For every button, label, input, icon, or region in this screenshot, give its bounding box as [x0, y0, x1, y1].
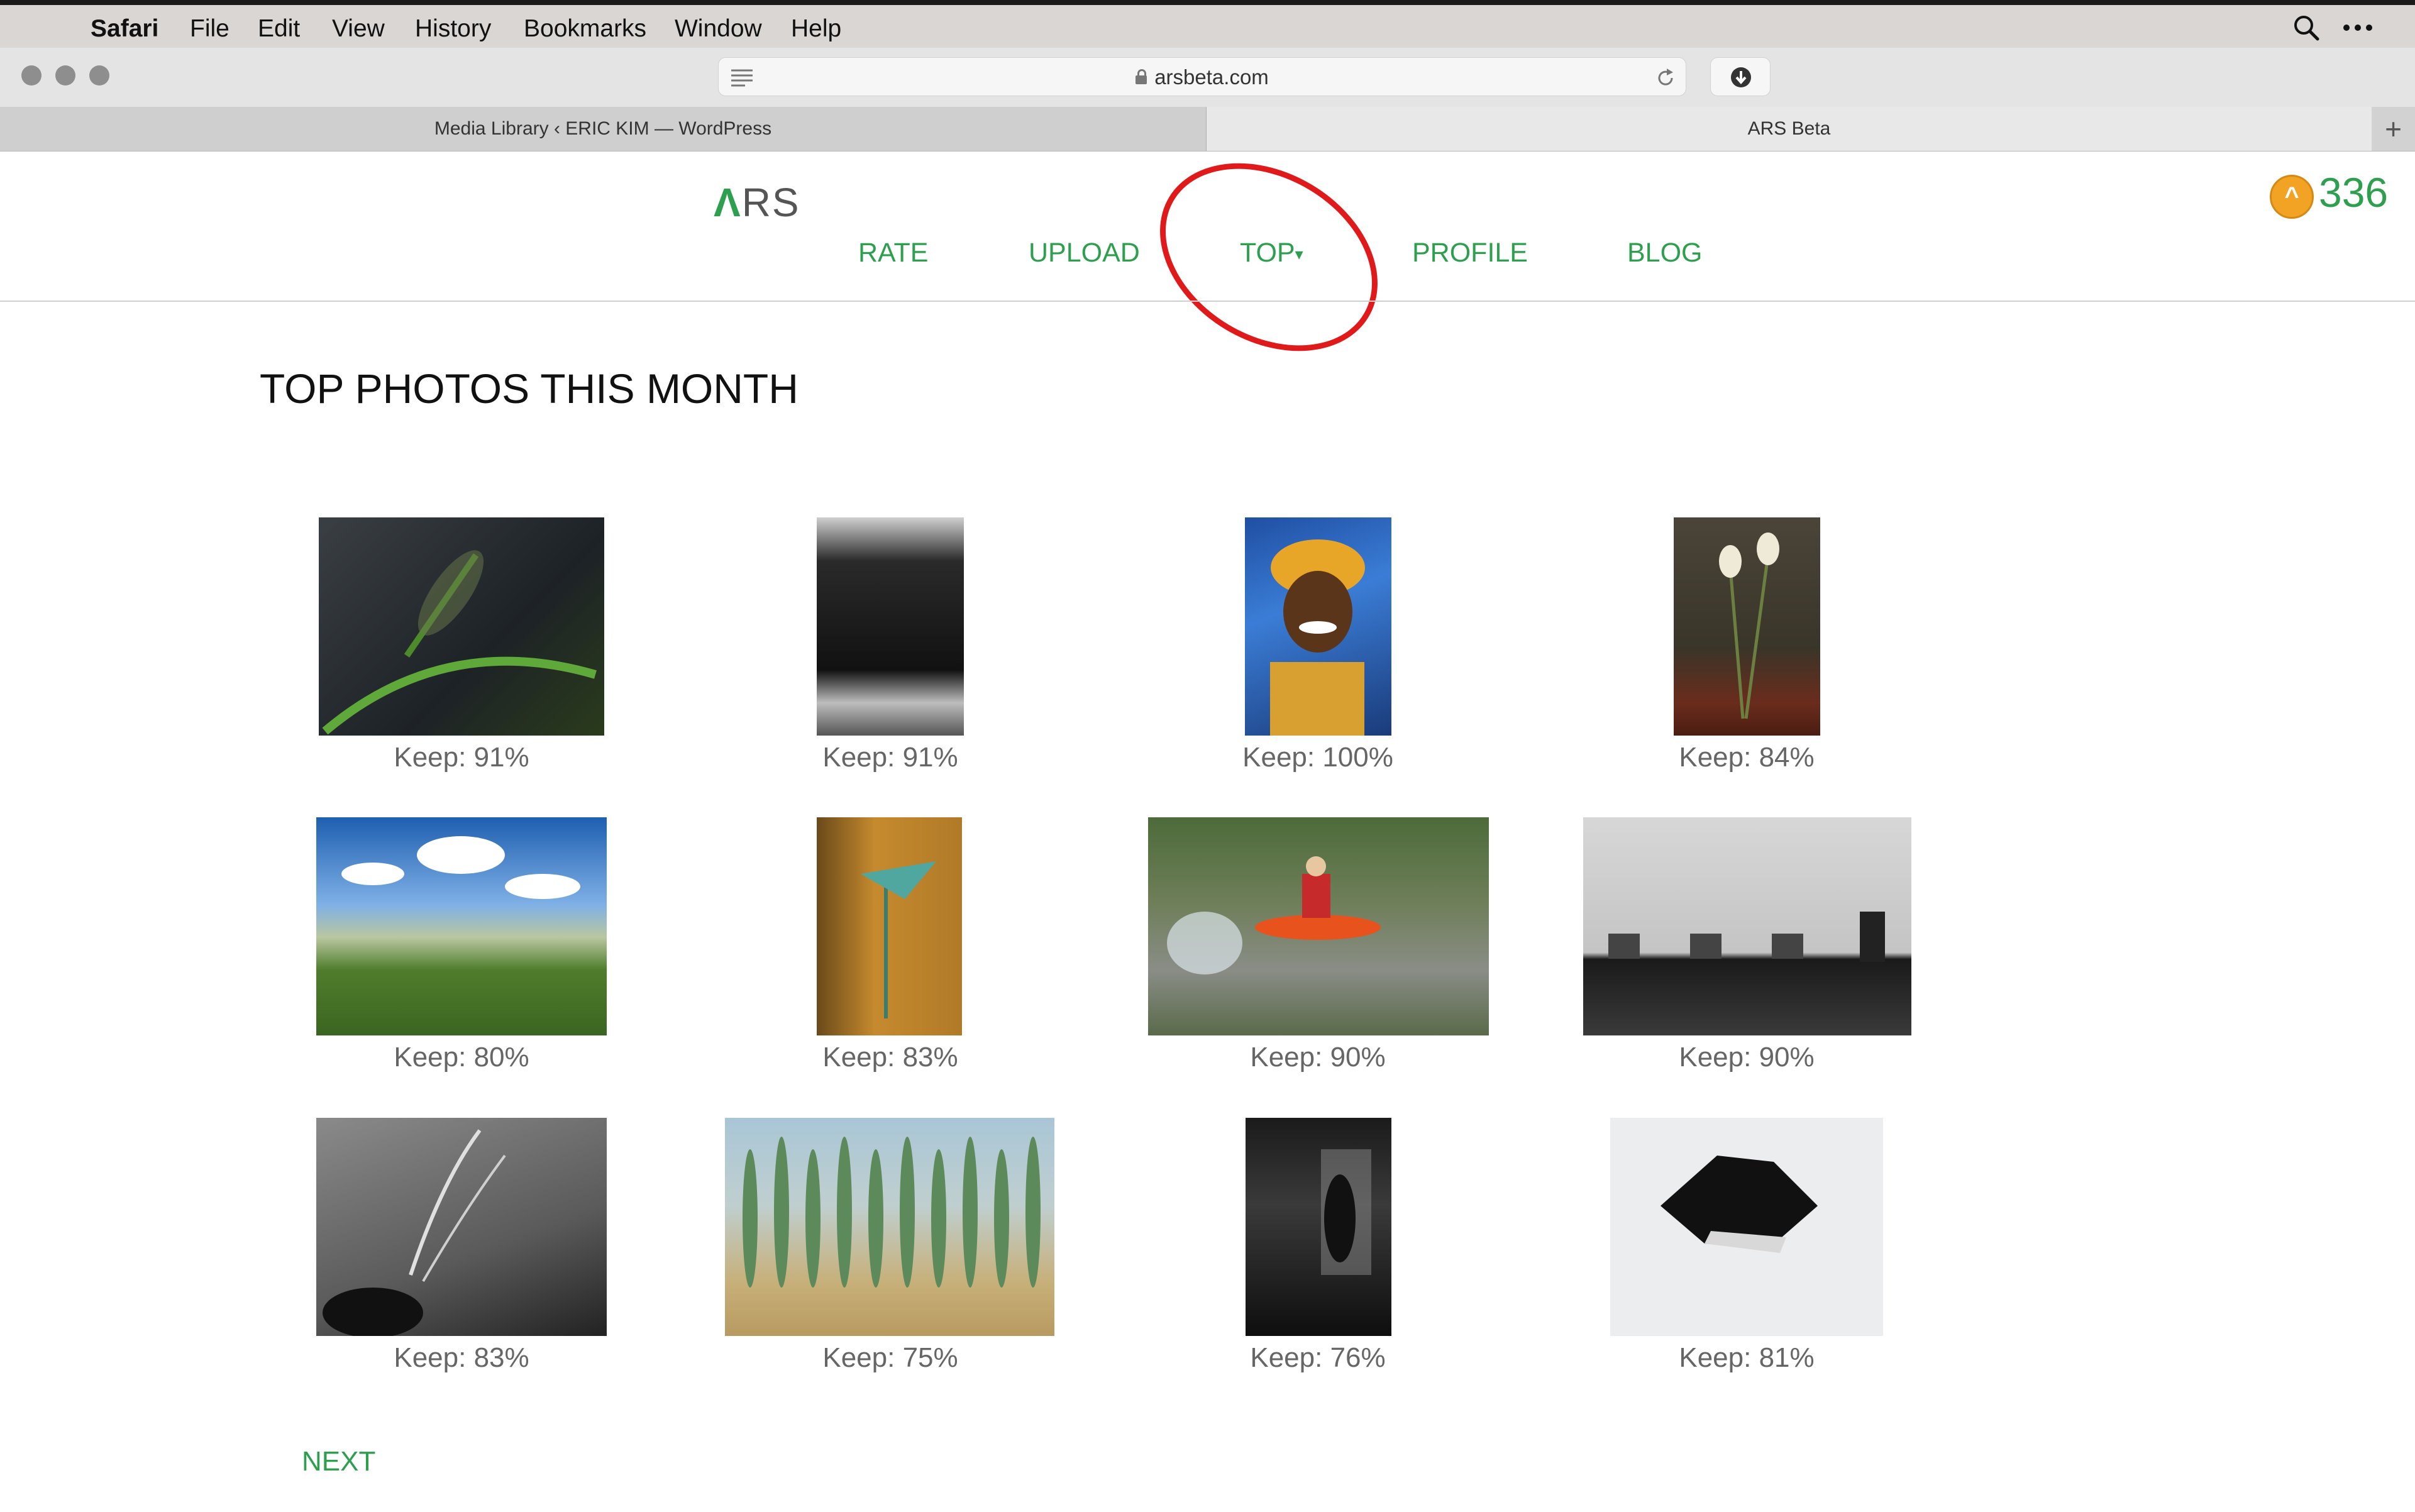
mac-menu-bar: Safari File Edit View History Bookmarks …	[0, 0, 2415, 48]
window-close-button[interactable]	[21, 65, 41, 86]
user-score: 336	[2319, 169, 2389, 216]
photo-thumbnail[interactable]	[1674, 517, 1820, 736]
menu-history[interactable]: History	[415, 10, 491, 48]
portrait-image	[1270, 539, 1365, 736]
nav-upload[interactable]: UPLOAD	[1029, 238, 1140, 268]
photo-thumbnail[interactable]	[1610, 1118, 1883, 1336]
keep-score: Keep: 100%	[1242, 742, 1393, 773]
window-zoom-button[interactable]	[89, 65, 109, 86]
browser-toolbar: arsbeta.com	[0, 48, 2415, 108]
keep-score: Keep: 84%	[1679, 742, 1815, 773]
tab-media-library[interactable]: Media Library ‹ ERIC KIM — WordPress	[0, 107, 1207, 151]
photo-thumbnail[interactable]	[725, 1118, 1054, 1336]
keep-score: Keep: 91%	[822, 742, 958, 773]
menu-window[interactable]: Window	[675, 10, 762, 48]
spotlight-search-icon[interactable]	[2291, 13, 2321, 43]
address-bar[interactable]: arsbeta.com	[718, 57, 1686, 96]
menu-file[interactable]: File	[190, 10, 229, 48]
logo-text: RS	[741, 180, 800, 225]
smoke-hand-image	[323, 1129, 506, 1338]
photo-thumbnail[interactable]	[1245, 517, 1391, 736]
kayaker-image	[1167, 856, 1381, 974]
keep-score: Keep: 90%	[1250, 1042, 1386, 1073]
doorway-image	[1321, 1149, 1371, 1275]
menu-edit[interactable]: Edit	[258, 10, 300, 48]
new-tab-button[interactable]: +	[2372, 107, 2415, 151]
page-title: TOP PHOTOS THIS MONTH	[260, 365, 799, 412]
menu-app-safari[interactable]: Safari	[91, 10, 158, 48]
menu-view[interactable]: View	[332, 10, 385, 48]
landscape-image	[341, 836, 580, 899]
dragonfly-image	[322, 550, 597, 735]
download-icon	[1731, 67, 1751, 87]
menu-help[interactable]: Help	[791, 10, 841, 48]
photo-thumbnail[interactable]	[316, 817, 607, 1035]
photo-thumbnail[interactable]	[316, 1118, 607, 1338]
photo-thumbnail[interactable]	[1583, 817, 1911, 1035]
chairs-image	[1608, 912, 1885, 962]
menu-bookmarks[interactable]: Bookmarks	[524, 10, 646, 48]
keep-score: Keep: 83%	[822, 1042, 958, 1073]
photo-thumbnail[interactable]	[319, 517, 604, 736]
calla-lily-image	[861, 861, 936, 1018]
nav-rate[interactable]: RATE	[858, 238, 929, 268]
nav-profile[interactable]: PROFILE	[1412, 238, 1528, 268]
site-logo[interactable]: ΛRS	[714, 179, 800, 226]
downloads-button[interactable]	[1710, 57, 1771, 96]
keep-score: Keep: 90%	[1679, 1042, 1815, 1073]
lock-icon	[1136, 69, 1147, 84]
logo-mark: Λ	[714, 180, 742, 225]
header-divider	[0, 301, 2415, 302]
keep-score: Keep: 75%	[822, 1342, 958, 1373]
reload-icon[interactable]	[1654, 67, 1677, 89]
tab-bar: Media Library ‹ ERIC KIM — WordPress ARS…	[0, 107, 2415, 152]
photo-thumbnail[interactable]	[1148, 817, 1489, 1035]
url-text: arsbeta.com	[719, 58, 1686, 97]
photo-thumbnail[interactable]	[1246, 1118, 1391, 1336]
annotation-circle	[1125, 124, 1412, 390]
cypress-trees-image	[743, 1137, 1041, 1288]
control-center-icon[interactable]	[2341, 18, 2377, 38]
nav-blog[interactable]: BLOG	[1627, 238, 1703, 268]
lilies-image	[1719, 533, 1779, 719]
keep-score: Keep: 81%	[1679, 1342, 1815, 1373]
photo-thumbnail[interactable]	[817, 517, 964, 736]
photo-thumbnail[interactable]	[817, 817, 962, 1035]
tab-ars-beta[interactable]: ARS Beta	[1207, 107, 2372, 151]
keep-score: Keep: 83%	[394, 1342, 529, 1373]
torn-paper-image	[1661, 1156, 1818, 1253]
next-page-link[interactable]: NEXT	[302, 1446, 375, 1477]
coin-icon: ^	[2270, 175, 2314, 219]
window-minimize-button[interactable]	[55, 65, 75, 86]
keep-score: Keep: 76%	[1250, 1342, 1386, 1373]
keep-score: Keep: 91%	[394, 742, 529, 773]
keep-score: Keep: 80%	[394, 1042, 529, 1073]
